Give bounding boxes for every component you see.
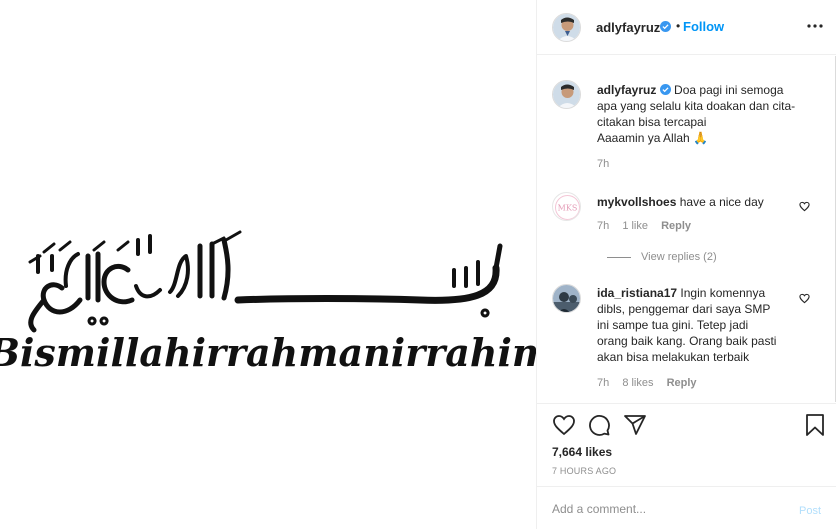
reply-button[interactable]: Reply	[661, 220, 691, 232]
comment-meta: 7h 8 likes Reply	[597, 377, 707, 389]
verified-badge-icon	[660, 21, 671, 32]
reply-button[interactable]: Reply	[667, 377, 697, 389]
caption-line: apa yang selalu kita doakan dan cita-	[597, 99, 796, 113]
caption-username[interactable]: adlyfayruz	[597, 83, 656, 97]
save-bookmark-icon[interactable]	[803, 413, 827, 437]
comment-time[interactable]: 7h	[597, 377, 609, 389]
post-actions: 7,664 likes 7 HOURS AGO	[537, 403, 836, 483]
comment-username[interactable]: ida_ristiana17	[597, 286, 677, 300]
like-heart-icon[interactable]	[552, 413, 576, 437]
post-header: adlyfayruz • Follow	[537, 0, 836, 55]
comment-likes[interactable]: 1 like	[622, 220, 648, 232]
post-comment-button[interactable]: Post	[799, 505, 821, 517]
verified-badge-icon	[659, 84, 671, 95]
likes-count[interactable]: 7,664 likes	[552, 445, 612, 459]
separator-dot: •	[676, 19, 681, 33]
latin-caption: Bismillahirrahmanirrahim	[0, 330, 536, 375]
avatar[interactable]	[552, 13, 581, 42]
calligraphy-artwork: Bismillahirrahmanirrahim	[0, 230, 536, 375]
comment-line: akan bisa melakukan terbaik	[597, 350, 750, 364]
comment-meta: 7h 1 like Reply	[597, 220, 701, 232]
comment-line: dibls, penggemar dari saya SMP	[597, 302, 771, 316]
comment-line: Ingin komennya	[680, 286, 766, 300]
add-comment-bar: Post	[537, 486, 836, 529]
commenter-avatar[interactable]: MKS	[552, 192, 581, 221]
view-replies-button[interactable]: View replies (2)	[607, 251, 717, 263]
caption-meta: 7h	[597, 158, 619, 170]
comment-text: ida_ristiana17 Ingin komennya dibls, pen…	[597, 285, 797, 365]
post-side-panel: adlyfayruz • Follow adlyfayruz Doa pagi …	[536, 0, 836, 529]
comment-username[interactable]: mykvollshoes	[597, 195, 676, 209]
caption-line: Aaaamin ya Allah 🙏	[597, 131, 708, 145]
commenter-avatar[interactable]	[552, 284, 581, 313]
add-comment-input[interactable]	[552, 499, 782, 519]
comment-bubble-icon[interactable]	[587, 413, 611, 437]
view-replies-divider	[607, 256, 631, 258]
header-username[interactable]: adlyfayruz	[596, 20, 660, 35]
caption-time[interactable]: 7h	[597, 158, 609, 170]
post-image[interactable]: Bismillahirrahmanirrahim	[0, 0, 536, 529]
comment-text: mykvollshoes have a nice day	[597, 194, 797, 210]
like-comment-heart-icon[interactable]	[799, 201, 810, 212]
comments-list[interactable]: adlyfayruz Doa pagi ini semoga apa yang …	[537, 56, 836, 402]
avatar-logo-text: MKS	[558, 204, 578, 213]
view-replies-label: View replies (2)	[641, 251, 717, 263]
comment-time[interactable]: 7h	[597, 220, 609, 232]
share-send-icon[interactable]	[623, 413, 647, 437]
comment-line: orang baik kang. Orang baik pasti	[597, 334, 777, 348]
follow-button[interactable]: Follow	[683, 19, 724, 34]
caption-line: Doa pagi ini semoga	[674, 83, 784, 97]
post-timestamp[interactable]: 7 HOURS AGO	[552, 466, 616, 476]
caption-text: adlyfayruz Doa pagi ini semoga apa yang …	[597, 82, 827, 146]
like-comment-heart-icon[interactable]	[799, 293, 810, 304]
comment-likes[interactable]: 8 likes	[622, 377, 653, 389]
caption-line: citakan bisa tercapai	[597, 115, 707, 129]
comment-line: ini sampe tua gini. Tetep jadi	[597, 318, 749, 332]
more-options-icon[interactable]	[807, 22, 823, 30]
comment-line: have a nice day	[679, 195, 764, 209]
arabic-calligraphy	[28, 230, 503, 333]
caption-avatar[interactable]	[552, 80, 581, 109]
